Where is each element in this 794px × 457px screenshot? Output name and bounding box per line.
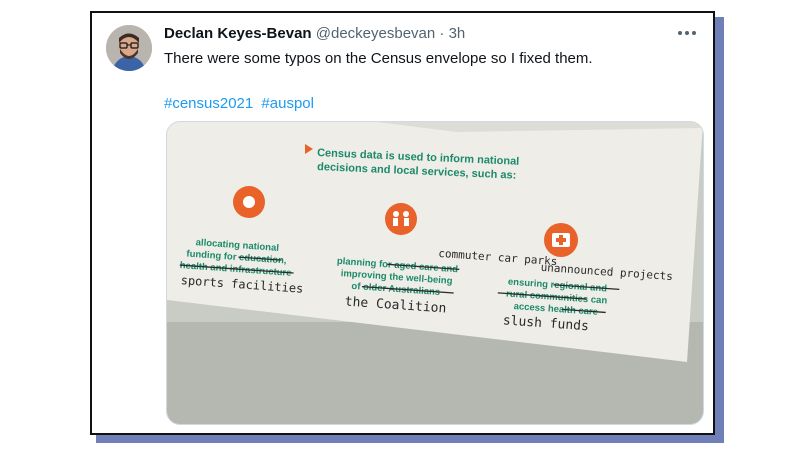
tweet-card[interactable]: Declan Keyes-Bevan @deckeyesbevan · 3h T… [90,11,715,435]
tweet-photo[interactable]: Census data is used to inform national d… [166,121,704,425]
hashtags: #census2021 #auspol [164,95,318,112]
tweet-header: Declan Keyes-Bevan @deckeyesbevan · 3h [164,25,465,42]
tweet-text: There were some typos on the Census enve… [164,50,593,67]
separator: · [439,25,445,42]
family-icon [385,203,417,235]
hashtag-census2021[interactable]: #census2021 [164,95,253,112]
author-name[interactable]: Declan Keyes-Bevan [164,25,312,42]
author-handle[interactable]: @deckeyesbevan [316,25,435,42]
avatar[interactable] [106,25,152,71]
timestamp[interactable]: 3h [449,25,466,42]
hashtag-auspol[interactable]: #auspol [261,95,314,112]
more-options-icon[interactable] [675,23,699,43]
